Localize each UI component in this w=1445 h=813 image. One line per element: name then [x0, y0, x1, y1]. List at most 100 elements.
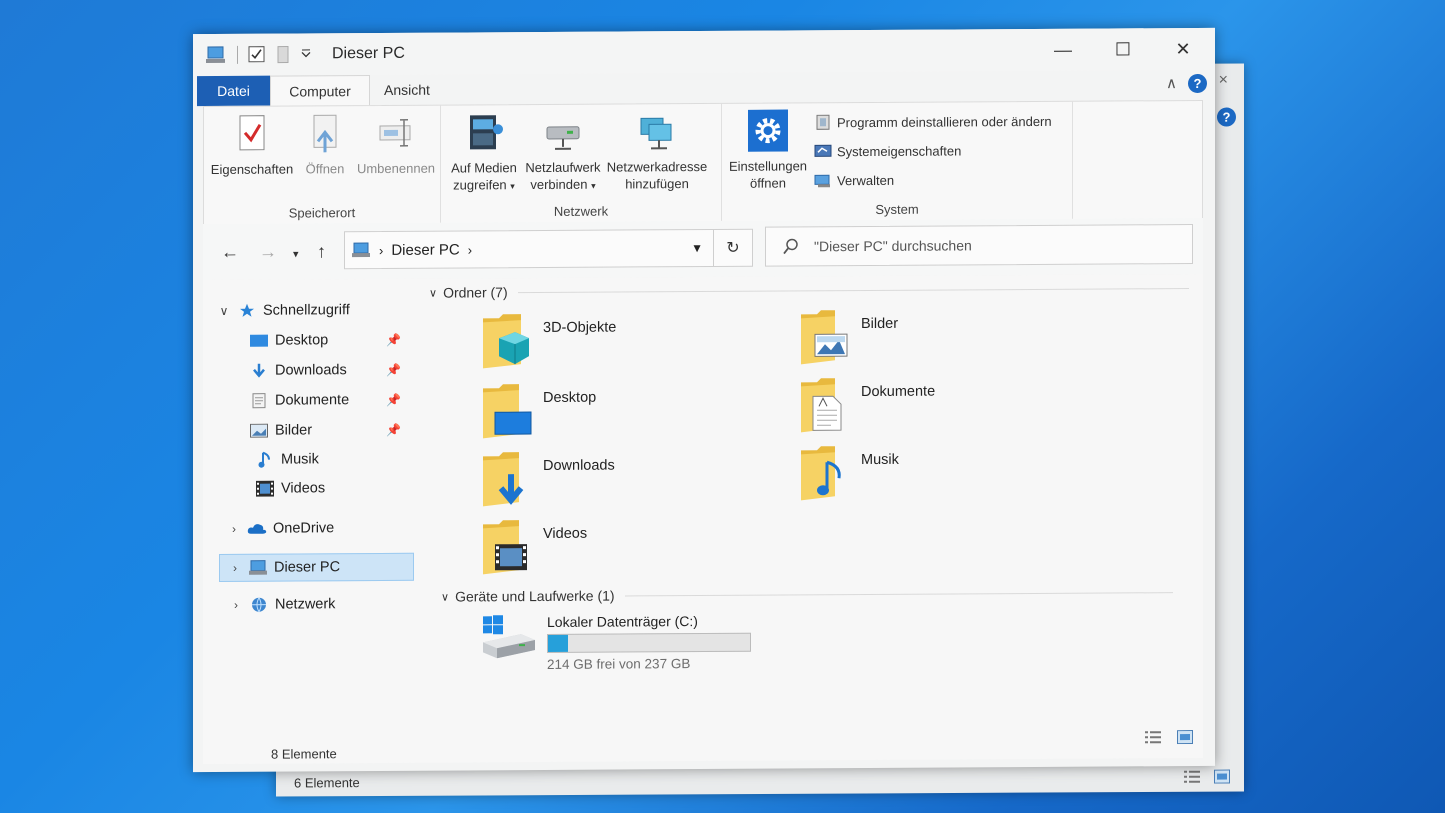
refresh-button[interactable]: ↻	[713, 228, 753, 267]
folder-desktop[interactable]: Desktop	[481, 382, 596, 441]
sidebar-item-label: Dokumente	[275, 392, 350, 409]
sidebar-item-pictures[interactable]: Bilder 📌	[203, 417, 415, 444]
sidebar-item-this-pc[interactable]: › Dieser PC	[219, 552, 414, 582]
open-icon	[313, 114, 337, 153]
group-collapse-chevron-icon[interactable]: ∨	[441, 590, 449, 603]
sidebar-item-onedrive[interactable]: › OneDrive	[203, 515, 415, 542]
expand-chevron-icon[interactable]: ›	[228, 561, 242, 575]
group-collapse-chevron-icon[interactable]: ∨	[429, 286, 437, 299]
folder-music[interactable]: Musik	[799, 444, 899, 503]
access-media-label-2: zugreifen	[453, 177, 507, 193]
computer-icon	[206, 46, 225, 64]
sidebar-item-label: Videos	[281, 480, 326, 497]
sidebar-item-desktop[interactable]: Desktop 📌	[203, 327, 415, 354]
cloud-icon	[247, 520, 267, 538]
tab-view[interactable]: Ansicht	[372, 75, 442, 105]
tab-file[interactable]: Datei	[197, 75, 270, 107]
expand-chevron-icon[interactable]: ›	[227, 522, 241, 536]
properties-button[interactable]: Eigenschaften	[210, 113, 294, 179]
open-settings-label-2: öffnen	[750, 175, 786, 191]
address-bar[interactable]: › Dieser PC › ▼	[344, 228, 714, 270]
search-box[interactable]: "Dieser PC" durchsuchen	[765, 224, 1193, 267]
ribbon-group-network-label: Netzwerk	[553, 203, 609, 219]
uninstall-program-button[interactable]: Programm deinstallieren oder ändern	[814, 112, 1052, 131]
tab-computer[interactable]: Computer	[270, 75, 370, 107]
open-button[interactable]: Öffnen	[300, 112, 350, 177]
address-computer-icon	[352, 242, 370, 258]
back-arrow-icon[interactable]: ←	[221, 242, 239, 263]
open-settings-button[interactable]: Einstellungen öffnen	[726, 109, 810, 192]
sidebar-item-videos[interactable]: Videos	[203, 475, 415, 502]
uninstall-icon	[816, 114, 830, 130]
sidebar-item-network[interactable]: › Netzwerk	[203, 591, 415, 618]
sidebar-item-quick-access[interactable]: ∨ Schnellzugriff	[203, 297, 415, 324]
folder-3d-objects-icon	[483, 314, 529, 369]
close-button[interactable]: ✕	[1153, 28, 1213, 70]
sidebar-item-documents[interactable]: Dokumente 📌	[203, 387, 415, 414]
ribbon: Eigenschaften Öffnen Umbenennen Speicher…	[203, 99, 1203, 227]
main-view[interactable]: ∨ Ordner (7) 3D-Objekte Bilder Desktop D…	[415, 274, 1203, 763]
maximize-button[interactable]: ☐	[1093, 28, 1153, 70]
system-properties-button[interactable]: Systemeigenschaften	[814, 141, 961, 160]
toolbar-separator	[237, 45, 238, 64]
properties-check-icon[interactable]	[248, 46, 266, 64]
new-folder-icon[interactable]	[276, 46, 290, 64]
breadcrumb-separator-icon[interactable]: ›	[379, 242, 383, 257]
folders-group-header[interactable]: ∨ Ordner (7)	[429, 280, 1189, 301]
title-bar[interactable]: Dieser PC — ☐ ✕	[193, 27, 1215, 77]
folder-3d-objects[interactable]: 3D-Objekte	[481, 312, 616, 371]
pin-icon[interactable]: 📌	[386, 363, 401, 377]
address-history-chevron-icon[interactable]: ▼	[691, 241, 703, 255]
recent-locations-chevron-icon[interactable]: ▾	[293, 247, 299, 260]
drive-usage-bar	[547, 632, 751, 653]
devices-group-header[interactable]: ∨ Geräte und Laufwerke (1)	[441, 584, 1173, 605]
sidebar-item-music[interactable]: Musik	[203, 446, 415, 473]
open-settings-label-1: Einstellungen	[728, 158, 808, 174]
drive-c[interactable]: Lokaler Datenträger (C:) 214 GB frei von…	[481, 613, 751, 673]
help-icon[interactable]: ?	[1188, 73, 1207, 94]
folder-videos[interactable]: Videos	[481, 518, 587, 577]
expand-chevron-icon[interactable]: ›	[229, 598, 243, 612]
collapse-ribbon-icon[interactable]: ∧	[1166, 74, 1177, 92]
map-drive-button[interactable]: Netzlaufwerk verbinden ▾	[521, 111, 605, 196]
add-network-location-label-1: Netzwerkadresse	[606, 158, 708, 175]
refresh-icon: ↻	[726, 239, 740, 257]
network-location-icon	[640, 117, 672, 150]
manage-label: Verwalten	[837, 172, 895, 188]
folder-pictures[interactable]: Bilder	[799, 308, 898, 367]
computer-icon	[248, 559, 268, 577]
folder-videos-icon	[483, 520, 527, 575]
minimize-button[interactable]: —	[1033, 29, 1093, 71]
details-view-icon[interactable]	[1184, 770, 1200, 784]
ribbon-group-location-label: Speicherort	[288, 205, 356, 221]
background-help-icon[interactable]: ?	[1217, 107, 1236, 127]
sidebar-item-label: Bilder	[275, 422, 313, 439]
tiles-view-icon[interactable]	[1214, 769, 1230, 784]
picture-icon	[249, 422, 269, 440]
up-arrow-icon[interactable]: ↑	[317, 241, 326, 262]
navigation-pane[interactable]: ∨ Schnellzugriff Desktop 📌 Downloads 📌 D…	[203, 278, 415, 765]
folder-documents[interactable]: Dokumente	[799, 376, 935, 435]
sidebar-item-downloads[interactable]: Downloads 📌	[203, 357, 415, 384]
folder-downloads[interactable]: Downloads	[481, 450, 615, 509]
details-view-icon[interactable]	[1145, 730, 1161, 744]
manage-button[interactable]: Verwalten	[814, 171, 894, 189]
drive-info: Lokaler Datenträger (C:) 214 GB frei von…	[547, 613, 751, 672]
breadcrumb-next-chevron-icon[interactable]: ›	[468, 242, 472, 257]
pin-icon[interactable]: 📌	[386, 393, 401, 407]
forward-arrow-icon[interactable]: →	[259, 242, 277, 263]
add-network-location-button[interactable]: Netzwerkadresse hinzufügen	[605, 110, 709, 193]
breadcrumb-this-pc[interactable]: Dieser PC	[391, 241, 459, 258]
access-media-button[interactable]: Auf Medien zugreifen ▾	[447, 111, 521, 195]
background-close-icon[interactable]: ×	[1219, 72, 1228, 90]
customize-toolbar-chevron-icon[interactable]	[300, 48, 312, 60]
pin-icon[interactable]: 📌	[386, 333, 401, 347]
tiles-view-icon[interactable]	[1177, 730, 1193, 745]
music-note-icon	[255, 451, 275, 469]
folder-label: Musik	[861, 451, 899, 469]
pin-icon[interactable]: 📌	[386, 423, 401, 437]
window-title: Dieser PC	[332, 44, 405, 63]
rename-button[interactable]: Umbenennen	[354, 112, 438, 178]
collapse-chevron-icon[interactable]: ∨	[217, 304, 231, 318]
drive-name: Lokaler Datenträger (C:)	[547, 613, 698, 630]
